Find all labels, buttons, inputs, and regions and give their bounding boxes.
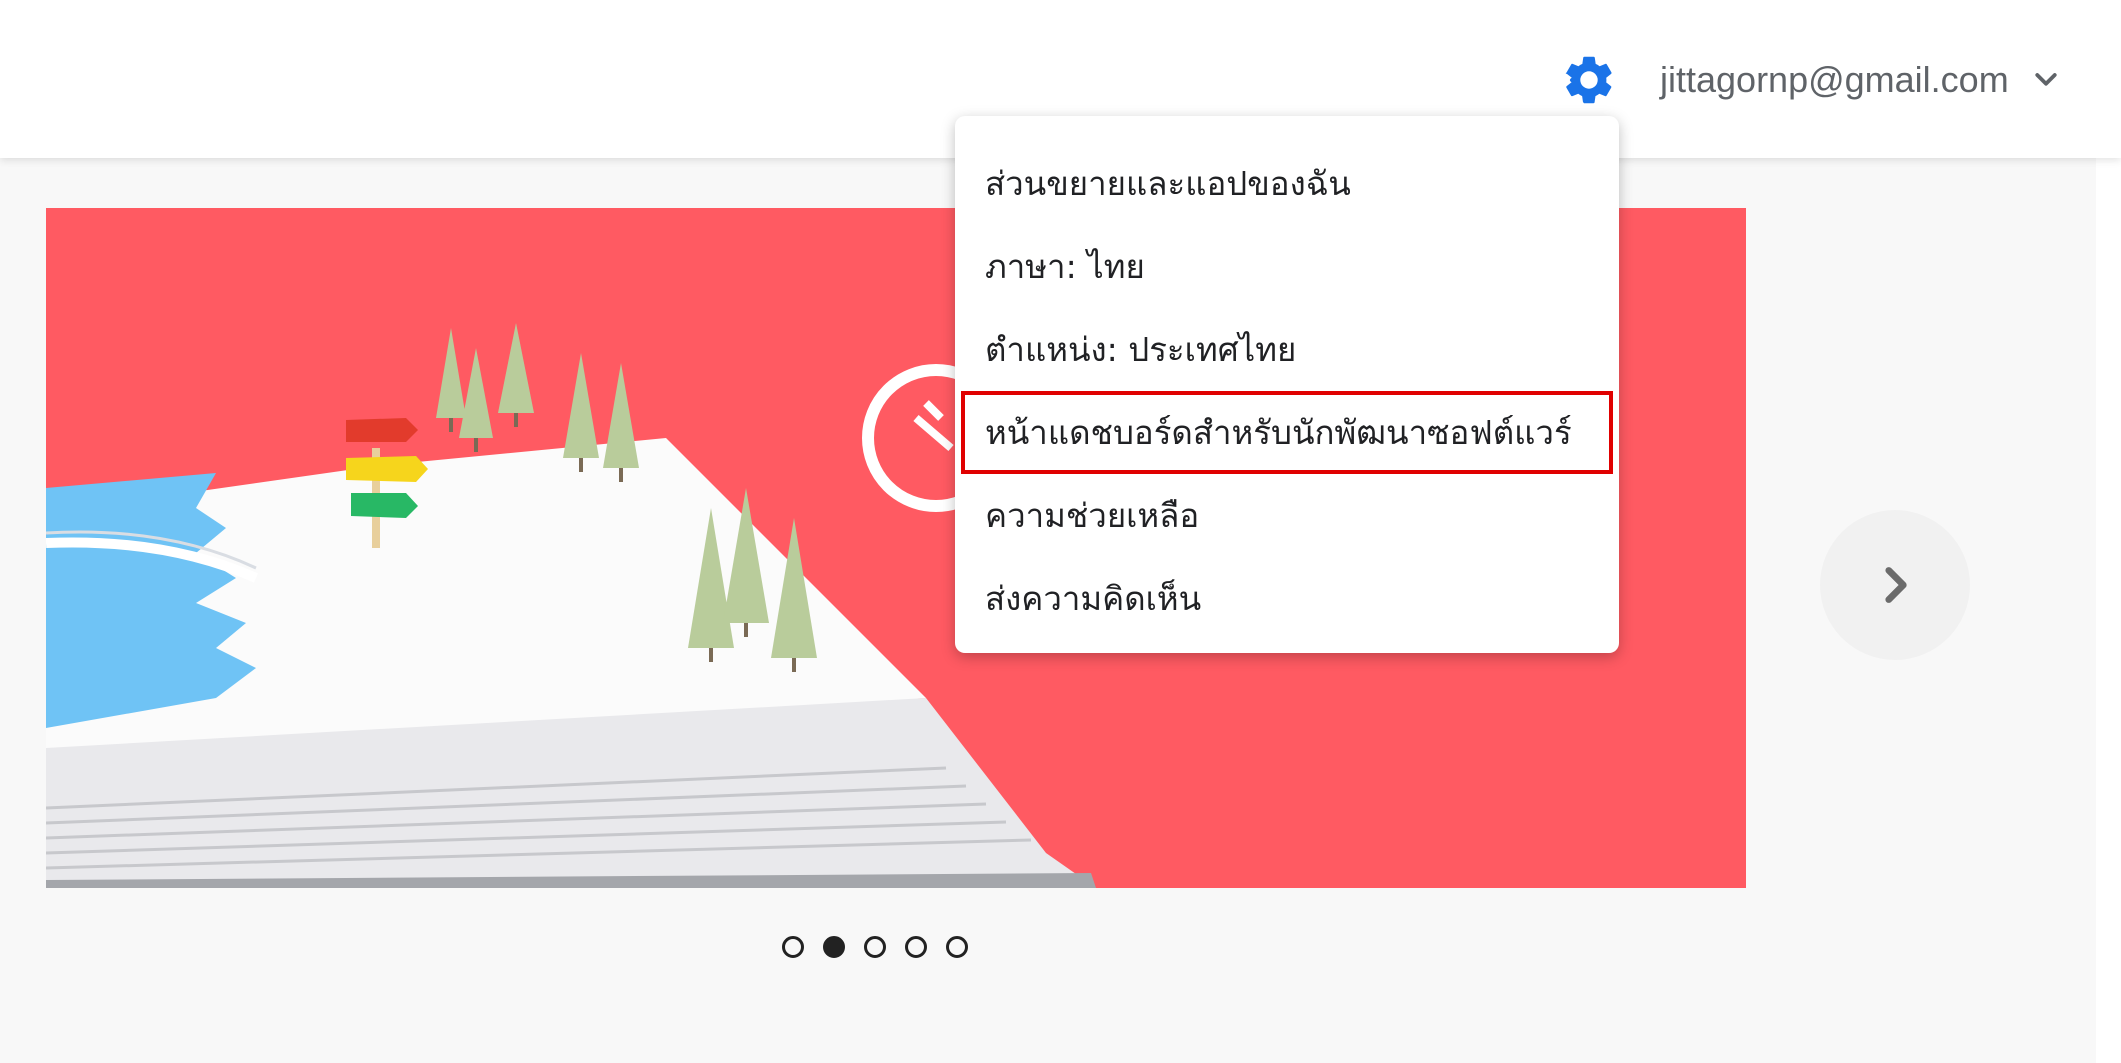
carousel-dot-3[interactable] bbox=[864, 936, 886, 958]
menu-item-label: หน้าแดชบอร์ดสำหรับนักพัฒนาซอฟต์แวร์ bbox=[985, 413, 1572, 452]
carousel-dot-1[interactable] bbox=[782, 936, 804, 958]
menu-item-language[interactable]: ภาษา: ไทย bbox=[955, 225, 1619, 308]
menu-item-label: ส่วนขยายและแอปของฉัน bbox=[985, 164, 1351, 203]
menu-item-location[interactable]: ตำแหน่ง: ประเทศไทย bbox=[955, 308, 1619, 391]
carousel-dot-2[interactable] bbox=[823, 936, 845, 958]
chevron-right-icon bbox=[1885, 567, 1907, 603]
menu-item-developer-dashboard[interactable]: หน้าแดชบอร์ดสำหรับนักพัฒนาซอฟต์แวร์ bbox=[961, 391, 1613, 474]
settings-dropdown-menu: ส่วนขยายและแอปของฉัน ภาษา: ไทย ตำแหน่ง: … bbox=[955, 116, 1619, 653]
carousel-dot-4[interactable] bbox=[905, 936, 927, 958]
chevron-down-icon bbox=[2035, 73, 2057, 86]
menu-item-label: ภาษา: ไทย bbox=[985, 247, 1145, 286]
menu-item-my-extensions[interactable]: ส่วนขยายและแอปของฉัน bbox=[955, 142, 1619, 225]
carousel-pagination bbox=[782, 936, 968, 958]
carousel-next-button[interactable] bbox=[1820, 510, 1970, 660]
account-email: jittagornp@gmail.com bbox=[1660, 59, 2009, 100]
account-switcher[interactable]: jittagornp@gmail.com bbox=[1660, 52, 2061, 108]
scrollbar-track[interactable] bbox=[2096, 158, 2121, 1063]
menu-item-label: ส่งความคิดเห็น bbox=[985, 579, 1202, 618]
carousel-dot-5[interactable] bbox=[946, 936, 968, 958]
menu-item-label: ตำแหน่ง: ประเทศไทย bbox=[985, 330, 1297, 369]
menu-item-help[interactable]: ความช่วยเหลือ bbox=[955, 474, 1619, 557]
gear-icon[interactable] bbox=[1560, 51, 1618, 109]
menu-item-label: ความช่วยเหลือ bbox=[985, 496, 1200, 535]
menu-item-send-feedback[interactable]: ส่งความคิดเห็น bbox=[955, 557, 1619, 640]
